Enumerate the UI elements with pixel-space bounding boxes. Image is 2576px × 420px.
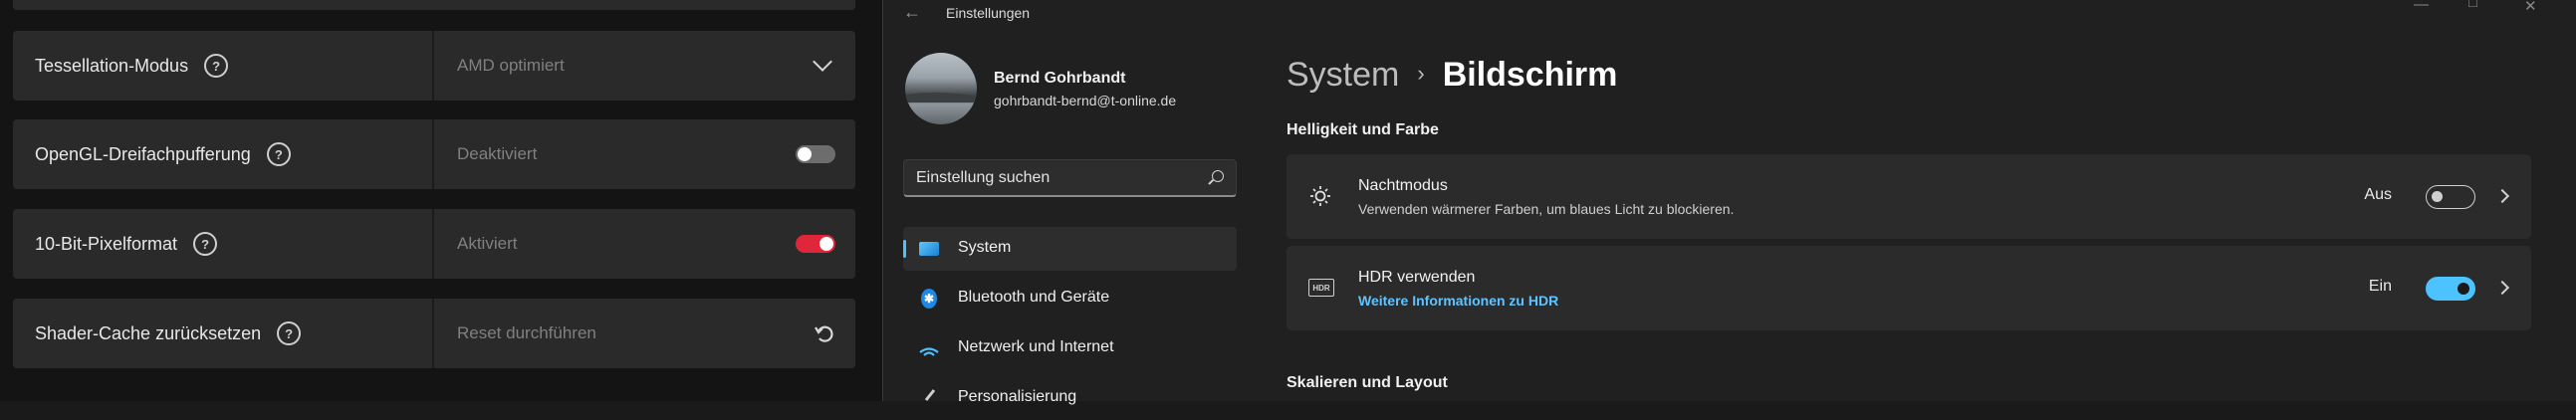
page-title: Bildschirm: [1442, 56, 1618, 94]
help-circle-icon[interactable]: ?: [204, 54, 229, 78]
opengl-triple-buffering-toggle[interactable]: [796, 145, 835, 163]
search-input[interactable]: Einstellung suchen: [903, 159, 1237, 197]
toggle-knob: [820, 237, 833, 251]
amd-row-partial: [13, 0, 855, 10]
help-circle-icon[interactable]: ?: [193, 232, 218, 256]
bluetooth-icon: ✱: [921, 289, 937, 309]
sidebar-item-label: Netzwerk und Internet: [958, 338, 1114, 355]
search-placeholder: Einstellung suchen: [916, 169, 1051, 186]
help-circle-icon[interactable]: ?: [266, 142, 291, 166]
night-light-toggle[interactable]: [2426, 185, 2475, 209]
hdr-toggle[interactable]: [2426, 277, 2475, 301]
amd-row-label-text: OpenGL-Dreifachpufferung: [35, 143, 251, 164]
sidebar-item-bluetooth[interactable]: ✱ Bluetooth und Geräte: [903, 277, 1237, 320]
amd-row-label: Tessellation-Modus ?: [13, 31, 434, 101]
toggle-knob: [2432, 191, 2443, 202]
window-title: Einstellungen: [946, 5, 1031, 21]
amd-row-value: Deaktiviert: [457, 144, 538, 163]
maximize-button[interactable]: □: [2468, 0, 2477, 11]
sidebar-item-label: Bluetooth und Geräte: [958, 289, 1110, 306]
sidebar-item-system[interactable]: System: [903, 227, 1237, 271]
10bit-pixel-format-toggle[interactable]: [796, 235, 835, 253]
sidebar-item-personalization[interactable]: Personalisierung: [903, 376, 1237, 420]
chevron-down-icon[interactable]: [813, 52, 832, 72]
amd-row-label-text: 10-Bit-Pixelformat: [35, 233, 178, 254]
hdr-info-link[interactable]: Weitere Informationen zu HDR: [1358, 293, 1558, 309]
amd-row-label-text: Tessellation-Modus: [35, 55, 189, 76]
night-light-card[interactable]: Nachtmodus Verwenden wärmerer Farben, um…: [1287, 154, 2531, 239]
amd-row-label: 10-Bit-Pixelformat ?: [13, 209, 434, 279]
avatar-landscape: [905, 93, 977, 103]
amd-row-shader-cache: Shader-Cache zurücksetzen ? Reset durchf…: [13, 299, 855, 368]
amd-row-10bit-pixel-format: 10-Bit-Pixelformat ? Aktiviert: [13, 209, 855, 279]
close-button[interactable]: ✕: [2524, 0, 2537, 15]
brightness-icon: [1310, 186, 1330, 206]
sidebar-item-label: Personalisierung: [958, 388, 1077, 405]
active-indicator: [903, 240, 906, 258]
amd-settings-panel: Tessellation-Modus ? AMD optimiert OpenG…: [0, 0, 882, 401]
card-title: HDR verwenden: [1358, 269, 1476, 286]
section-heading-brightness: Helligkeit und Farbe: [1287, 121, 1439, 138]
toggle-state-label: Aus: [2364, 186, 2392, 203]
help-circle-icon[interactable]: ?: [277, 321, 302, 345]
amd-row-value: Aktiviert: [457, 234, 518, 253]
card-title: Nachtmodus: [1358, 177, 1448, 194]
breadcrumb: System › Bildschirm: [1287, 56, 1617, 95]
chevron-right-icon[interactable]: [2494, 280, 2510, 296]
sidebar-item-network[interactable]: Netzwerk und Internet: [903, 326, 1237, 370]
breadcrumb-parent[interactable]: System: [1287, 56, 1399, 94]
hdr-card[interactable]: HDR HDR verwenden Weitere Informationen …: [1287, 246, 2531, 330]
amd-row-value[interactable]: Reset durchführen: [457, 299, 596, 368]
search-icon[interactable]: [1212, 170, 1224, 182]
system-display-icon: [919, 242, 939, 256]
user-name: Bernd Gohrbandt: [994, 70, 1126, 87]
user-email: gohrbandt-bernd@t-online.de: [994, 93, 1177, 108]
amd-row-value: AMD optimiert: [457, 56, 565, 75]
avatar[interactable]: [905, 53, 977, 124]
title-bar: ← Einstellungen — □ ✕: [883, 0, 2576, 26]
amd-row-label: OpenGL-Dreifachpufferung ?: [13, 119, 434, 189]
breadcrumb-separator: ›: [1417, 61, 1425, 86]
hdr-icon: HDR: [1308, 279, 1334, 297]
wifi-icon: [919, 347, 939, 356]
toggle-state-label: Ein: [2368, 278, 2392, 295]
amd-row-tessellation[interactable]: Tessellation-Modus ? AMD optimiert: [13, 31, 855, 101]
settings-window: ← Einstellungen — □ ✕ Bernd Gohrbandt go…: [882, 0, 2576, 405]
minimize-button[interactable]: —: [2414, 0, 2429, 13]
card-subtitle: Verwenden wärmerer Farben, um blaues Lic…: [1358, 201, 1735, 217]
toggle-knob: [2458, 283, 2469, 295]
amd-row-label: Shader-Cache zurücksetzen ?: [13, 299, 434, 368]
amd-row-opengl-triple-buffering: OpenGL-Dreifachpufferung ? Deaktiviert: [13, 119, 855, 189]
toggle-knob: [798, 147, 812, 161]
amd-row-label-text: Shader-Cache zurücksetzen: [35, 322, 262, 343]
section-heading-scale: Skalieren und Layout: [1287, 374, 1448, 391]
reset-icon[interactable]: [814, 322, 835, 344]
chevron-right-icon[interactable]: [2494, 188, 2510, 204]
brush-icon: [924, 389, 936, 401]
back-arrow-icon[interactable]: ←: [903, 2, 921, 23]
sidebar-item-label: System: [958, 239, 1012, 256]
